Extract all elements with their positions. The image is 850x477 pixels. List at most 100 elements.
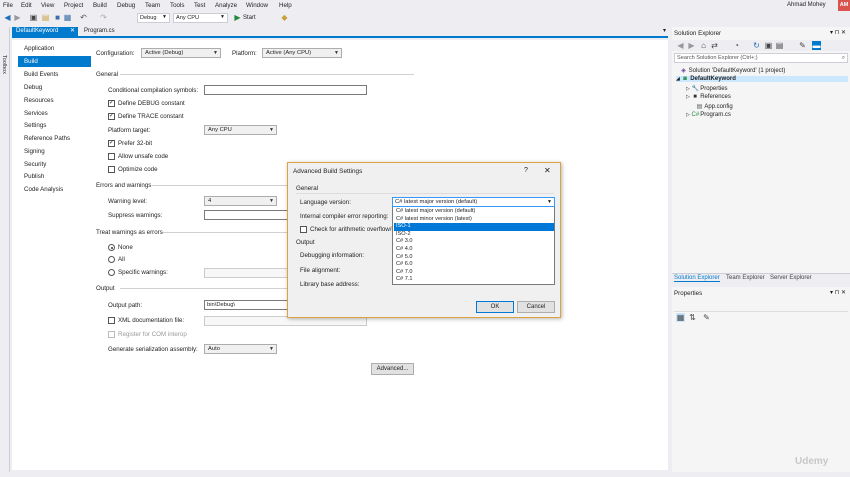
nav-build-events[interactable]: Build Events <box>18 69 91 80</box>
radio-none[interactable] <box>108 244 115 251</box>
define-debug-checkbox[interactable]: ✓ <box>108 100 115 107</box>
lang-option[interactable]: ISO-1 <box>394 223 554 231</box>
save-icon[interactable]: ■ <box>53 13 62 22</box>
menu-file[interactable]: File <box>3 2 13 9</box>
tab-solution-explorer[interactable]: Solution Explorer <box>674 275 720 282</box>
wrench-icon[interactable]: ✎ <box>702 313 711 322</box>
menu-view[interactable]: View <box>41 2 54 9</box>
output-path-input[interactable]: bin\Debug\ <box>204 300 289 310</box>
ok-button[interactable]: OK <box>476 301 514 313</box>
nav-build[interactable]: Build <box>18 56 91 67</box>
refresh-icon[interactable]: ↻ <box>752 41 761 50</box>
forward-icon[interactable]: ▶ <box>13 13 22 22</box>
alphabetical-icon[interactable]: ⇅ <box>688 313 697 322</box>
help-button[interactable]: ? <box>524 167 528 174</box>
solution-search-input[interactable]: Search Solution Explorer (Ctrl+;) ⌕ <box>674 53 848 63</box>
menu-project[interactable]: Project <box>64 2 83 9</box>
platform-combo[interactable]: Active (Any CPU) ▼ <box>262 48 342 58</box>
close-icon[interactable]: ✕ <box>70 28 75 35</box>
menu-team[interactable]: Team <box>145 2 160 9</box>
properties-icon[interactable]: ✎ <box>798 41 807 50</box>
new-project-icon[interactable]: ▣ <box>29 13 38 22</box>
back-icon[interactable]: ◀ <box>3 13 12 22</box>
menu-help[interactable]: Help <box>279 2 292 9</box>
lang-option[interactable]: C# latest major version (default) <box>394 208 554 216</box>
prefer32-checkbox[interactable]: ✓ <box>108 140 115 147</box>
suppress-warnings-input[interactable] <box>204 210 289 220</box>
forward-icon[interactable]: ▶ <box>687 41 696 50</box>
platform-target-combo[interactable]: Any CPU ▼ <box>204 125 277 135</box>
undo-icon[interactable]: ↶ <box>79 13 88 22</box>
preview-icon[interactable]: ▬ <box>812 41 821 50</box>
overflow-checkbox[interactable] <box>300 226 307 233</box>
menu-edit[interactable]: Edit <box>21 2 32 9</box>
radio-all[interactable] <box>108 256 115 263</box>
lang-option[interactable]: C# 3.0 <box>394 238 554 246</box>
bookmark-icon[interactable]: ◆ <box>280 13 289 22</box>
menu-tools[interactable]: Tools <box>170 2 184 9</box>
radio-specific[interactable] <box>108 269 115 276</box>
tree-program-cs[interactable]: ▷ C# Program.cs <box>686 112 731 118</box>
lang-option[interactable]: C# 5.0 <box>394 254 554 262</box>
tab-team-explorer[interactable]: Team Explorer <box>726 275 765 281</box>
redo-icon[interactable]: ↷ <box>99 13 108 22</box>
xml-doc-checkbox[interactable] <box>108 317 115 324</box>
save-all-icon[interactable]: ▦ <box>63 13 72 22</box>
tab-program-cs[interactable]: Program.cs <box>80 27 120 36</box>
nav-application[interactable]: Application <box>18 43 91 54</box>
menu-test[interactable]: Test <box>194 2 205 9</box>
nav-resources[interactable]: Resources <box>18 95 91 106</box>
allow-unsafe-checkbox[interactable] <box>108 153 115 160</box>
nav-settings[interactable]: Settings <box>18 120 91 131</box>
lang-option[interactable]: C# 6.0 <box>394 261 554 269</box>
panel-controls[interactable]: ▾ ⊓ ✕ <box>830 29 846 36</box>
nav-reference-paths[interactable]: Reference Paths <box>18 133 91 144</box>
nav-publish[interactable]: Publish <box>18 171 91 182</box>
close-button[interactable]: ✕ <box>544 166 551 175</box>
lang-option[interactable]: C# latest minor version (latest) <box>394 216 554 224</box>
menu-debug[interactable]: Debug <box>117 2 135 9</box>
lang-version-dropdown[interactable]: C# latest major version (default) C# lat… <box>392 197 555 285</box>
menu-build[interactable]: Build <box>93 2 107 9</box>
nav-code-analysis[interactable]: Code Analysis <box>18 184 91 195</box>
start-label[interactable]: Start <box>243 15 256 21</box>
tree-solution[interactable]: ◈ Solution 'DefaultKeyword' (1 project) <box>680 67 785 74</box>
nav-signing[interactable]: Signing <box>18 146 91 157</box>
gen-serialization-combo[interactable]: Auto ▼ <box>204 344 277 354</box>
tab-server-explorer[interactable]: Server Explorer <box>770 275 812 281</box>
define-trace-checkbox[interactable]: ✓ <box>108 113 115 120</box>
tree-app-config[interactable]: ▤ App.config <box>696 103 733 110</box>
lang-option[interactable]: C# 7.1 <box>394 276 554 284</box>
lang-version-combo[interactable]: C# latest major version (default) ▼ <box>392 197 555 207</box>
config-combo[interactable]: Debug ▼ <box>137 13 170 23</box>
specific-warnings-input[interactable] <box>204 268 289 278</box>
user-name[interactable]: Ahmad Mohey <box>787 2 826 8</box>
warning-level-combo[interactable]: 4 ▼ <box>204 196 277 206</box>
lang-option[interactable]: ISO-2 <box>394 231 554 239</box>
lang-option[interactable]: C# 7.0 <box>394 269 554 277</box>
nav-security[interactable]: Security <box>18 159 91 170</box>
avatar[interactable]: AM <box>838 0 850 11</box>
lang-option[interactable]: C# 4.0 <box>394 246 554 254</box>
show-all-files-icon[interactable]: ▤ <box>775 41 784 50</box>
tree-properties[interactable]: ▷ 🔧 Properties <box>686 85 728 92</box>
toolbox-label[interactable]: Toolbox <box>1 55 7 74</box>
home-icon[interactable]: ⌂ <box>699 41 708 50</box>
configuration-combo[interactable]: Active (Debug) ▼ <box>141 48 221 58</box>
pending-changes-icon[interactable]: ◔ <box>732 41 741 50</box>
categorized-icon[interactable]: ▦ <box>676 313 685 322</box>
advanced-button[interactable]: Advanced... <box>371 363 414 375</box>
cond-symbols-input[interactable] <box>204 85 367 95</box>
start-icon[interactable]: ▶ <box>233 13 242 22</box>
menu-analyze[interactable]: Analyze <box>215 2 237 9</box>
register-com-checkbox[interactable] <box>108 331 115 338</box>
tree-references[interactable]: ▷ ■ References <box>686 94 731 100</box>
nav-services[interactable]: Services <box>18 108 91 119</box>
toolbox-strip[interactable]: Toolbox <box>0 27 10 477</box>
tree-project[interactable]: ◢ ◙ DefaultKeyword <box>676 76 848 82</box>
nav-debug[interactable]: Debug <box>18 82 91 93</box>
sync-icon[interactable]: ⇄ <box>710 41 719 50</box>
tab-defaultkeyword[interactable]: DefaultKeyword ✕ <box>12 27 78 36</box>
panel-controls[interactable]: ▾ ⊓ ✕ <box>830 289 846 296</box>
optimize-checkbox[interactable] <box>108 166 115 173</box>
